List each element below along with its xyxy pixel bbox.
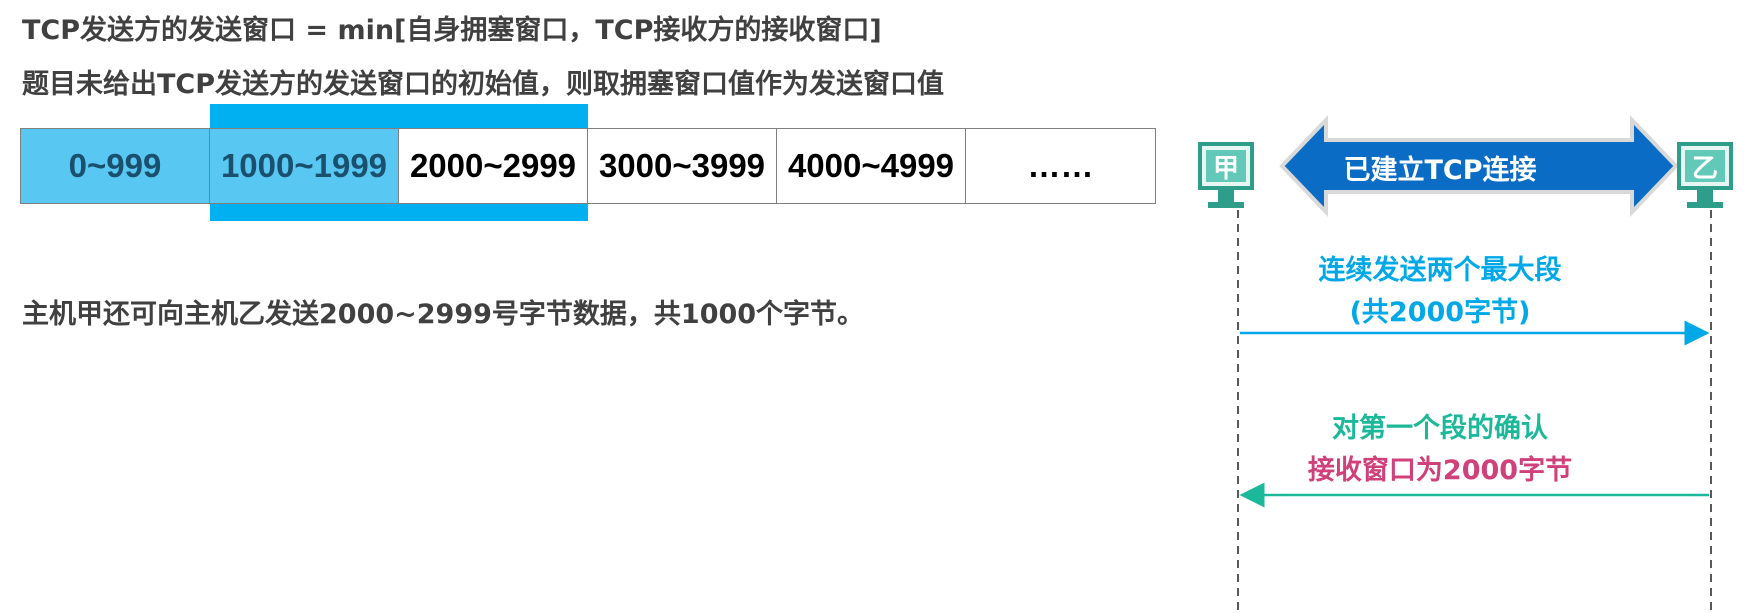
segment-message-line1: 连续发送两个最大段 (1318, 255, 1562, 286)
connection-label: 已建立TCP连接 (1343, 155, 1537, 186)
ack-message-line2: 接收窗口为2000字节 (1307, 455, 1573, 486)
host-a-base (1208, 202, 1244, 208)
host-a: 甲 (1198, 142, 1254, 190)
ack-message-line1: 对第一个段的确认 (1332, 413, 1548, 444)
segment-message-line2: (共2000字节) (1349, 297, 1531, 328)
host-a-stand (1218, 190, 1234, 202)
host-b-label: 乙 (1685, 150, 1725, 184)
host-b-stand (1697, 190, 1713, 202)
ack-message: 对第一个段的确认 接收窗口为2000字节 (1230, 408, 1650, 492)
host-a-label: 甲 (1206, 150, 1246, 184)
host-b: 乙 (1677, 142, 1733, 190)
segment-message: 连续发送两个最大段 (共2000字节) (1230, 250, 1650, 334)
host-b-base (1687, 202, 1723, 208)
